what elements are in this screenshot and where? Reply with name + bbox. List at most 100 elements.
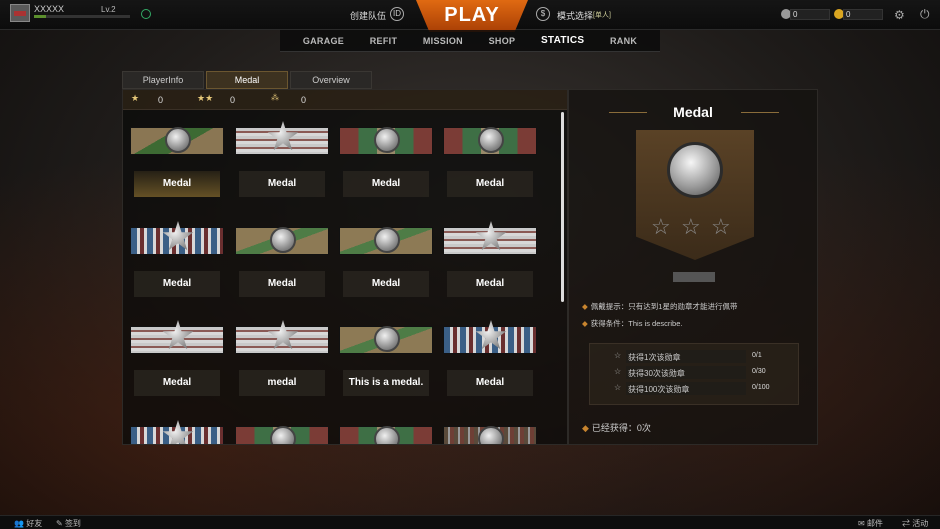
team-icon[interactable]: ID	[390, 7, 404, 21]
medal-badge-icon	[270, 426, 296, 444]
play-button[interactable]: PLAY	[416, 0, 528, 32]
top-bar: XXXXX Lv.2 创建队伍 ID PLAY $ 模式选择 [单人] 0 0 …	[0, 0, 940, 32]
task-label: 获得1次该勋章	[628, 353, 681, 362]
two-star-icon: ★★	[197, 93, 214, 103]
task-progress: 0/1	[752, 352, 762, 359]
mail-label: 邮件	[866, 519, 883, 528]
medal-label: Medal	[134, 271, 220, 297]
medal-grid-panel: ★ 0 ★★ 0 ⁂ 0 Medal Medal Medal Medal Med…	[122, 89, 568, 445]
settings-gear-icon[interactable]: ⚙	[894, 8, 905, 22]
xp-bar	[34, 15, 130, 18]
medal-list-scrollbar[interactable]	[561, 112, 564, 302]
task-progress: 0/30	[752, 368, 766, 375]
medal-badge-icon	[374, 426, 400, 444]
nav-mission[interactable]: MISSION	[423, 36, 463, 46]
checkin-button[interactable]: ✎ 签到	[56, 518, 81, 529]
medal-label: Medal	[343, 271, 429, 297]
one-star-count: 0	[158, 95, 164, 105]
nav-shop[interactable]: SHOP	[489, 36, 516, 46]
player-level: Lv.2	[101, 5, 116, 14]
nav-rank[interactable]: RANK	[610, 36, 637, 46]
mode-icon[interactable]: $	[536, 7, 550, 21]
tab-playerinfo[interactable]: PlayerInfo	[122, 71, 204, 89]
nav-garage[interactable]: GARAGE	[303, 36, 344, 46]
player-name: XXXXX	[34, 4, 65, 14]
main-nav: GARAGE REFIT MISSION SHOP STATICS RANK	[280, 30, 660, 52]
medal-badge-icon	[478, 127, 504, 153]
rating-star-icon: ☆	[681, 214, 701, 239]
task-row: ☆ 获得30次该勋章 0/30	[590, 366, 798, 380]
bottom-bar: 👥 好友 ✎ 签到 ✉ 邮件 ⇄ 活动	[0, 515, 940, 529]
wear-hint-text: 佩戴提示：只有达到1星的勋章才能进行佩带	[590, 302, 738, 311]
status-icon[interactable]	[141, 9, 151, 19]
three-star-count: 0	[301, 95, 307, 105]
tab-medal[interactable]: Medal	[206, 71, 288, 89]
task-star-icon: ☆	[614, 351, 622, 360]
star-summary-row: ★ 0 ★★ 0 ⁂ 0	[123, 90, 567, 110]
medal-label: Medal	[239, 271, 325, 297]
medal-label: Medal	[447, 171, 533, 197]
medal-badge-icon	[270, 227, 296, 253]
title-divider-right	[741, 112, 779, 113]
medal-label: medal	[239, 370, 325, 396]
task-star-icon: ☆	[614, 367, 622, 376]
checkin-icon: ✎	[56, 519, 63, 528]
mode-tag: [单人]	[593, 12, 611, 19]
rating-star-icon: ☆	[651, 214, 671, 239]
one-star-icon: ★	[131, 93, 140, 103]
power-icon[interactable]: ⏻	[920, 7, 930, 22]
task-star-icon: ☆	[614, 383, 622, 392]
silver-currency-value: 0	[793, 10, 798, 19]
two-star-count: 0	[230, 95, 236, 105]
medal-badge-icon	[478, 426, 504, 444]
medal-label: This is a medal.	[343, 370, 429, 396]
obtained-count-text: 已经获得：0次	[591, 423, 651, 433]
task-progress: 0/100	[752, 384, 770, 391]
medal-label: Medal	[134, 171, 220, 197]
wear-hint: ◆ 佩戴提示：只有达到1星的勋章才能进行佩带	[582, 301, 737, 312]
nav-statics[interactable]: STATICS	[541, 35, 584, 46]
large-medal-icon	[667, 142, 723, 198]
friends-button[interactable]: 👥 好友	[14, 518, 42, 529]
medal-badge-icon	[165, 127, 191, 153]
mode-select-button[interactable]: 模式选择	[557, 9, 593, 22]
tab-overview[interactable]: Overview	[290, 71, 372, 89]
task-list: ☆ 获得1次该勋章 0/1 ☆ 获得30次该勋章 0/30 ☆ 获得100次该勋…	[589, 343, 799, 405]
medal-label: Medal	[239, 171, 325, 197]
create-team-button[interactable]: 创建队伍	[350, 9, 386, 22]
three-star-icon: ⁂	[271, 93, 279, 102]
friends-icon: 👥	[14, 519, 24, 528]
medal-detail-panel: Medal ☆ ☆ ☆ ◆ 佩戴提示：只有达到1星的勋章才能进行佩带 ◆ 获得条件：…	[568, 89, 818, 445]
detail-title: Medal	[673, 104, 713, 120]
player-avatar[interactable]	[10, 4, 30, 22]
obtain-condition: ◆ 获得条件：This is describe.	[582, 318, 682, 329]
mail-icon: ✉	[858, 519, 865, 528]
rating-star-icon: ☆	[711, 214, 731, 239]
diamond-icon: ◆	[582, 302, 588, 311]
events-label: 活动	[912, 519, 929, 528]
friends-label: 好友	[26, 519, 43, 528]
task-row: ☆ 获得100次该勋章 0/100	[590, 382, 798, 396]
task-label: 获得100次该勋章	[628, 385, 690, 394]
medal-badge-icon	[374, 127, 400, 153]
mail-button[interactable]: ✉ 邮件	[858, 518, 883, 529]
nav-refit[interactable]: REFIT	[370, 36, 398, 46]
medal-badge-icon	[374, 326, 400, 352]
medal-label: Medal	[447, 271, 533, 297]
medal-badge-icon	[374, 227, 400, 253]
events-button[interactable]: ⇄ 活动	[902, 518, 928, 529]
medal-label: Medal	[134, 370, 220, 396]
events-icon: ⇄	[902, 519, 910, 528]
obtain-condition-text: 获得条件：This is describe.	[590, 319, 683, 328]
checkin-label: 签到	[64, 519, 81, 528]
task-label: 获得30次该勋章	[628, 369, 685, 378]
xp-fill	[34, 15, 46, 18]
diamond-icon: ◆	[582, 319, 588, 328]
wear-button[interactable]	[673, 272, 715, 282]
stats-tabs: PlayerInfo Medal Overview	[122, 71, 374, 89]
medal-label: Medal	[343, 171, 429, 197]
medal-label: Medal	[447, 370, 533, 396]
diamond-icon: ◆	[582, 423, 589, 433]
gold-currency-value: 0	[846, 10, 851, 19]
obtained-count: ◆ 已经获得：0次	[582, 421, 651, 434]
